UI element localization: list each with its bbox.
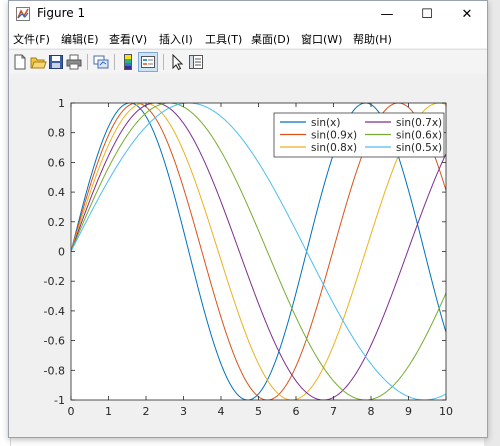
legend-label-2: sin(0.8x) — [311, 142, 357, 154]
menu-edit[interactable]: 编辑(E) — [61, 31, 99, 47]
menu-bar: 文件(F) 编辑(E) 查看(V) 插入(I) 工具(T) 桌面(D) 窗口(W… — [9, 28, 487, 48]
x-tick-label: 4 — [218, 405, 225, 418]
legend-label-3: sin(0.7x) — [396, 117, 442, 129]
y-tick-label: 0.2 — [48, 216, 66, 229]
x-tick-label: 9 — [405, 405, 412, 418]
link-plot-icon[interactable] — [92, 53, 110, 71]
x-tick-label: 3 — [180, 405, 187, 418]
toolbar-separator — [87, 54, 88, 70]
x-tick-label: 10 — [439, 405, 453, 418]
menu-help[interactable]: 帮助(H) — [353, 31, 392, 47]
menu-desktop[interactable]: 桌面(D) — [251, 31, 290, 47]
new-figure-icon[interactable] — [11, 53, 29, 71]
y-tick-label: 0.8 — [48, 127, 66, 140]
y-tick-label: -0.2 — [44, 275, 65, 288]
open-file-icon[interactable] — [29, 53, 47, 71]
legend-label-4: sin(0.6x) — [396, 130, 442, 142]
menu-window[interactable]: 窗口(W) — [301, 31, 342, 47]
matlab-figure-icon — [16, 7, 30, 21]
toolbar — [9, 49, 487, 75]
toolbar-separator — [163, 54, 164, 70]
x-tick-label: 5 — [255, 405, 262, 418]
window-title: Figure 1 — [37, 6, 86, 20]
y-tick-label: 0 — [58, 246, 65, 259]
menu-view[interactable]: 查看(V) — [109, 31, 147, 47]
legend-label-5: sin(0.5x) — [396, 142, 442, 154]
legend-label-1: sin(0.9x) — [311, 130, 357, 142]
x-tick-label: 6 — [293, 405, 300, 418]
legend: sin(x)sin(0.9x)sin(0.8x) sin(0.7x)sin(0.6… — [273, 112, 445, 158]
maximize-button[interactable]: ☐ — [407, 1, 447, 28]
y-tick-label: -0.8 — [44, 364, 65, 377]
menu-insert[interactable]: 插入(I) — [159, 31, 193, 47]
x-tick-label: 1 — [105, 405, 112, 418]
print-icon[interactable] — [65, 53, 83, 71]
toolbar-separator — [114, 54, 115, 70]
edit-plot-arrow-icon[interactable] — [168, 53, 186, 71]
x-tick-label: 7 — [330, 405, 337, 418]
insert-legend-icon[interactable] — [138, 52, 158, 72]
y-tick-label: -0.4 — [44, 305, 65, 318]
menu-tools[interactable]: 工具(T) — [205, 31, 242, 47]
insert-colorbar-icon[interactable] — [119, 53, 137, 71]
close-icon: ✕ — [461, 7, 473, 22]
minimize-icon: — — [380, 7, 394, 22]
y-tick-label: 0.6 — [48, 156, 66, 169]
x-tick-label: 8 — [368, 405, 375, 418]
y-tick-label: 0.4 — [48, 186, 66, 199]
menu-file[interactable]: 文件(F) — [13, 31, 50, 47]
x-tick-label: 2 — [143, 405, 150, 418]
minimize-button[interactable]: — — [367, 1, 407, 28]
x-tick-label: 0 — [68, 405, 75, 418]
y-tick-label: -1 — [54, 394, 65, 407]
maximize-icon: ☐ — [421, 7, 433, 22]
save-icon[interactable] — [47, 53, 65, 71]
legend-label-0: sin(x) — [311, 117, 340, 129]
plot-svg: 0 1 2 3 4 5 6 7 8 9 10 1 0.8 0.6 0.4 0.2 0 -0.2 -0.4 -0.6 -0… — [44, 97, 453, 418]
y-tick-label: 1 — [58, 97, 65, 110]
title-bar[interactable]: Figure 1 — ☐ ✕ — [9, 1, 487, 28]
property-inspector-icon[interactable] — [187, 53, 205, 71]
close-button[interactable]: ✕ — [447, 1, 487, 28]
figure-window: Figure 1 — ☐ ✕ 文件(F) 编辑(E) 查看(V) 插入(I) 工… — [8, 0, 488, 438]
y-tick-label: -0.6 — [44, 335, 65, 348]
figure-canvas: 0 1 2 3 4 5 6 7 8 9 10 1 0.8 0.6 0.4 0.2 0 -0.2 -0.4 -0.6 -0… — [9, 74, 487, 436]
